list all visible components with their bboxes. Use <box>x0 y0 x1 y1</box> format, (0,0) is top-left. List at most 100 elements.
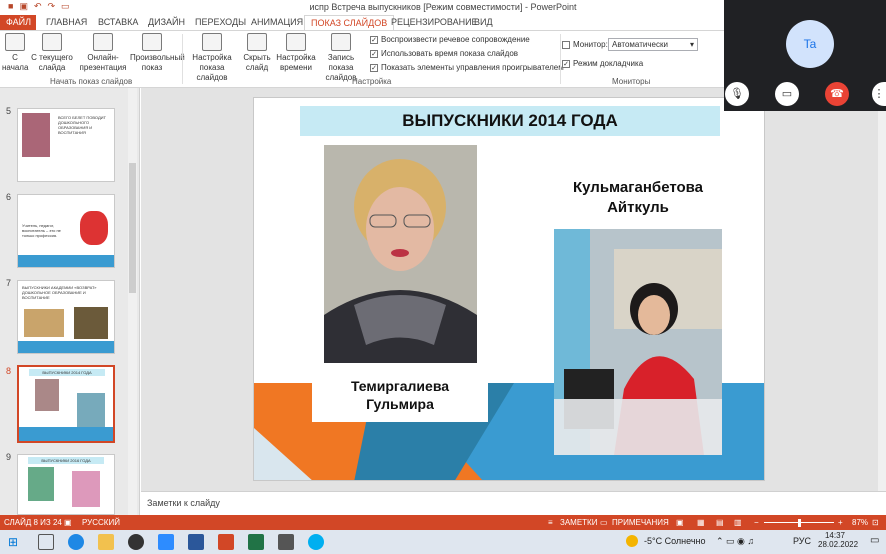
online-presentation-button[interactable]: Онлайн-презентация <box>78 33 128 73</box>
ribbon-separator <box>182 34 183 84</box>
setup-show-button[interactable]: Настройка показа слайдов <box>186 33 238 83</box>
slide-counter: СЛАЙД 8 ИЗ 24 <box>4 518 62 527</box>
tab-home[interactable]: ГЛАВНАЯ <box>40 15 93 30</box>
zoom-slider-thumb[interactable] <box>798 519 801 527</box>
setup-icon <box>202 33 222 51</box>
from-current-button[interactable]: С текущего слайда <box>30 33 74 73</box>
slide-editor[interactable]: ВЫПУСКНИКИ 2014 ГОДА Темиргалиева Гульми… <box>141 88 878 491</box>
normal-view-icon[interactable]: ▣ <box>676 515 684 530</box>
input-language[interactable]: РУС <box>793 536 811 546</box>
ribbon-separator <box>560 34 561 84</box>
presenter-view-checkbox[interactable]: ✓ Режим докладчика <box>562 59 643 68</box>
thumbnail-clipart <box>80 211 108 245</box>
task-view-icon[interactable] <box>38 534 54 550</box>
checkbox-checked-icon: ✓ <box>370 49 378 58</box>
from-start-button[interactable]: С начала <box>2 33 28 73</box>
hide-slide-button[interactable]: Скрыть слайд <box>242 33 272 73</box>
thumbnail-slide-6[interactable]: Учитель, педагог, воспитатель – это не т… <box>17 194 115 268</box>
status-bar: СЛАЙД 8 ИЗ 24 ▣ РУССКИЙ ≡ ЗАМЕТКИ ▭ ПРИМ… <box>0 515 886 530</box>
thumbnail-slide-5[interactable]: ВСЕГО БЕЛЕТ ПОВОДИТ ДОШКОЛЬНОГО ОБРАЗОВА… <box>17 108 115 182</box>
tab-file[interactable]: ФАЙЛ <box>0 15 36 30</box>
checkbox-checked-icon: ✓ <box>562 59 570 68</box>
spellcheck-icon[interactable]: ▣ <box>64 515 72 530</box>
notes-icon: ≡ <box>548 518 553 527</box>
sun-icon <box>626 535 638 547</box>
scrollbar-thumb[interactable] <box>129 163 136 293</box>
edge-icon[interactable] <box>68 534 84 550</box>
narration-checkbox[interactable]: ✓ Воспроизвести речевое сопровождение <box>370 35 530 44</box>
zoom-level[interactable]: 87% <box>852 515 868 530</box>
thumbnail-number: 5 <box>6 106 12 116</box>
participant-avatar: Ta <box>786 20 834 68</box>
portrait-1 <box>324 145 477 363</box>
name-person-1: Темиргалиева Гульмира <box>312 370 488 422</box>
play-current-icon <box>42 33 62 51</box>
slide-thumbnails-pane[interactable]: 5 ВСЕГО БЕЛЕТ ПОВОДИТ ДОШКОЛЬНОГО ОБРАЗО… <box>0 88 140 515</box>
thumbnail-slide-9[interactable]: ВЫПУСКНИКИ 2016 ГОДА <box>17 454 115 515</box>
thumbnail-slide-8[interactable]: ВЫПУСКНИКИ 2014 ГОДА <box>17 365 115 443</box>
tab-transitions[interactable]: ПЕРЕХОДЫ <box>189 15 252 30</box>
thumbnail-photo <box>24 309 64 337</box>
monitor-select[interactable]: Автоматически ▾ <box>608 38 698 51</box>
thumbnail-number: 6 <box>6 192 12 202</box>
hang-up-icon[interactable]: ☎ <box>825 82 849 106</box>
comments-button[interactable]: ПРИМЕЧАНИЯ <box>612 515 669 530</box>
current-slide[interactable]: ВЫПУСКНИКИ 2014 ГОДА Темиргалиева Гульми… <box>253 97 765 481</box>
group-label-setup: Настройка <box>352 77 392 86</box>
tab-view[interactable]: ВИД <box>468 15 499 30</box>
thumbnail-slide-7[interactable]: ВЫПУСКНИКИ АКАДЕМИИ «ВОЗВРАТ» ДОШКОЛЬНОЕ… <box>17 280 115 354</box>
notes-button[interactable]: ЗАМЕТКИ <box>560 515 597 530</box>
windows-start-icon[interactable]: ⊞ <box>8 534 24 550</box>
thumbnail-footer-shape <box>18 341 114 353</box>
reading-view-icon[interactable]: ▤ <box>716 515 724 530</box>
tab-animation[interactable]: АНИМАЦИЯ <box>245 15 309 30</box>
tray-icons[interactable]: ⌃ ▭ ◉ ♫ <box>716 536 754 547</box>
language-indicator[interactable]: РУССКИЙ <box>82 515 120 530</box>
tab-design[interactable]: ДИЗАЙН <box>142 15 191 30</box>
clock[interactable]: 14:37 28.02.2022 <box>818 531 858 549</box>
zoom-out-icon[interactable]: − <box>754 515 759 530</box>
notes-pane[interactable]: Заметки к слайду <box>141 491 886 515</box>
group-label-start: Начать показ слайдов <box>50 77 133 86</box>
skype-icon[interactable] <box>308 534 324 550</box>
record-show-button[interactable]: Запись показа слайдов <box>316 33 366 83</box>
hide-slide-icon <box>247 33 267 51</box>
microphone-icon[interactable]: 🎙 <box>725 82 749 106</box>
custom-show-button[interactable]: Произвольный показ <box>130 33 185 73</box>
photo-person-1 <box>324 145 477 363</box>
thumbnail-footer-shape <box>18 255 114 267</box>
zoom-in-icon[interactable]: + <box>838 515 843 530</box>
notifications-icon[interactable]: ▭ <box>870 535 879 546</box>
thumbnail-text: ВСЕГО БЕЛЕТ ПОВОДИТ ДОШКОЛЬНОГО ОБРАЗОВА… <box>58 115 106 135</box>
timings-checkbox[interactable]: ✓ Использовать время показа слайдов <box>370 49 518 58</box>
thumbnails-scrollbar[interactable] <box>128 88 137 515</box>
zoom-app-icon[interactable] <box>158 534 174 550</box>
powerpoint-icon[interactable] <box>218 534 234 550</box>
rehearse-timings-button[interactable]: Настройка времени <box>276 33 316 73</box>
group-label-monitors: Мониторы <box>612 77 651 86</box>
editor-scrollbar[interactable] <box>878 88 886 491</box>
thumbnail-photo <box>74 307 108 339</box>
thumbnail-number: 7 <box>6 278 12 288</box>
camera-icon[interactable]: ▭ <box>775 82 799 106</box>
thumbnail-text: ВЫПУСКНИКИ 2016 ГОДА <box>28 457 104 464</box>
slide-sorter-icon[interactable]: ▦ <box>697 515 705 530</box>
weather-text[interactable]: -5°C Солнечно <box>644 536 706 546</box>
checkbox-checked-icon: ✓ <box>370 35 378 44</box>
stopwatch-icon <box>286 33 306 51</box>
thumbnail-text: ВЫПУСКНИКИ АКАДЕМИИ «ВОЗВРАТ» ДОШКОЛЬНОЕ… <box>22 285 97 300</box>
save-disk-icon[interactable] <box>278 534 294 550</box>
custom-show-icon <box>142 33 162 51</box>
word-icon[interactable] <box>188 534 204 550</box>
thumbnail-photo <box>22 113 50 157</box>
tab-insert[interactable]: ВСТАВКА <box>92 15 144 30</box>
excel-icon[interactable] <box>248 534 264 550</box>
media-controls-checkbox[interactable]: ✓ Показать элементы управления проигрыва… <box>370 63 564 72</box>
fit-slide-icon[interactable]: ⊡ <box>872 515 879 530</box>
record-icon <box>331 33 351 51</box>
file-explorer-icon[interactable] <box>98 534 114 550</box>
browser-icon[interactable] <box>128 534 144 550</box>
comments-icon: ▭ <box>600 518 608 527</box>
slideshow-view-icon[interactable]: ▥ <box>734 515 742 530</box>
tab-slideshow[interactable]: ПОКАЗ СЛАЙДОВ <box>304 15 395 30</box>
